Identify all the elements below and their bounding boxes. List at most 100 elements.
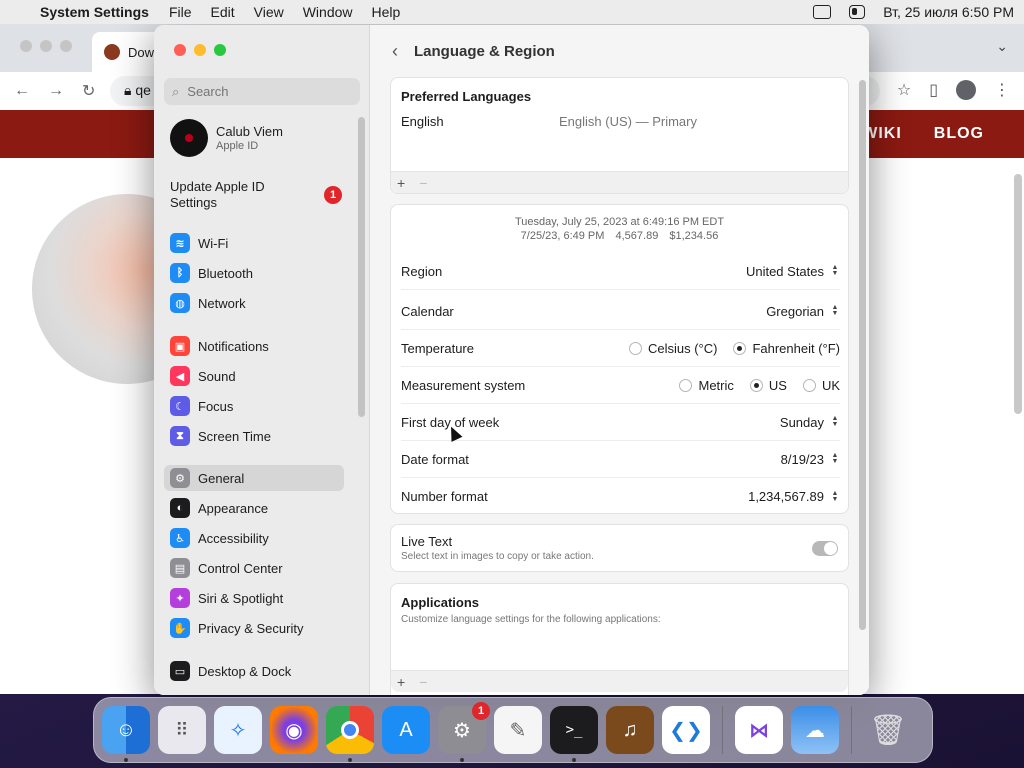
sidebar-item-label: Notifications (198, 338, 269, 354)
live-text-toggle[interactable] (812, 540, 838, 556)
sidebar-item-control-center[interactable]: ▤ Control Center (164, 555, 344, 581)
site-nav-blog[interactable]: BLOG (934, 125, 984, 143)
add-application-button[interactable]: + (397, 674, 405, 690)
remove-language-button[interactable]: − (419, 175, 427, 191)
tab-search-chevron-icon[interactable]: ⌄ (996, 38, 1008, 55)
sidebar-search[interactable]: ⌕ (164, 78, 360, 105)
update-badge: 1 (324, 186, 342, 204)
radio-button[interactable] (628, 341, 642, 355)
preferred-languages-card: Preferred Languages English English (US)… (390, 77, 849, 194)
date-format-value: 8/19/23 (780, 451, 824, 467)
us-radio[interactable]: US (749, 378, 787, 393)
dock-terminal-icon[interactable]: >_ (550, 706, 598, 762)
dock-chrome-icon[interactable] (326, 706, 374, 762)
wifi-icon: ≋ (170, 233, 190, 253)
sidebar-item-accessibility[interactable]: ♿ Accessibility (164, 525, 344, 551)
menu-clock[interactable]: Вт, 25 июля 6:50 PM (883, 4, 1014, 20)
main-scrollbar[interactable] (859, 80, 866, 630)
date-format-popup[interactable]: 8/19/23 ▲ ▼ (781, 452, 840, 467)
sidebar-item-siri-spotlight[interactable]: ✦ Siri & Spotlight (164, 585, 344, 611)
dock-weather-icon[interactable]: ☁ (791, 706, 839, 754)
apple-id-profile[interactable]: Calub Viem Apple ID (170, 119, 283, 157)
menu-file[interactable]: File (169, 4, 192, 20)
browser-reload-icon[interactable]: ↻ (82, 81, 95, 101)
sidebar-item-network[interactable]: ◍ Network (164, 290, 344, 316)
dock-vscode-icon[interactable]: ❮❯ (662, 706, 710, 754)
radio-button[interactable] (802, 378, 816, 392)
radio-button[interactable] (679, 378, 693, 392)
sidebar-item-desktop-dock[interactable]: ▭ Desktop & Dock (164, 658, 344, 684)
fahrenheit-radio[interactable]: Fahrenheit (°F) (733, 341, 840, 356)
menu-help[interactable]: Help (372, 4, 401, 20)
date-format-label: Date format (401, 451, 469, 467)
number-format-popup[interactable]: 1,234,567.89 ▲ ▼ (748, 489, 840, 504)
bookmark-star-icon[interactable]: ☆ (897, 80, 911, 100)
remove-application-button[interactable]: − (419, 674, 427, 690)
dock-system-settings-icon[interactable]: ⚙ 1 (438, 702, 490, 762)
add-language-button[interactable]: + (397, 175, 405, 191)
dock-finder-icon[interactable]: ☺ (102, 706, 150, 762)
language-row[interactable]: English English (US) — Primary (391, 104, 848, 139)
browser-back-icon[interactable]: ← (14, 82, 30, 100)
calendar-popup[interactable]: Gregorian ▲ ▼ (766, 304, 840, 319)
browser-forward-icon[interactable]: → (48, 82, 64, 100)
window-close-button[interactable] (174, 44, 186, 56)
sidebar-item-screen-time[interactable]: ⧗ Screen Time (164, 423, 344, 449)
first-day-value: Sunday (779, 414, 824, 430)
sidebar-item-wifi[interactable]: ≋ Wi-Fi (164, 230, 344, 256)
radio-button-selected[interactable] (749, 378, 763, 392)
metric-radio[interactable]: Metric (679, 378, 734, 393)
dock-textedit-icon[interactable]: ✎ (494, 706, 542, 754)
browser-zoom-button[interactable] (60, 40, 72, 52)
radio-button-selected[interactable] (733, 341, 747, 355)
celsius-radio[interactable]: Celsius (°C) (628, 341, 717, 356)
sidebar-item-bluetooth[interactable]: ᛒ Bluetooth (164, 260, 344, 286)
sidebar-item-appearance[interactable]: ◐ Appearance (164, 495, 344, 521)
menu-view[interactable]: View (254, 4, 284, 20)
dock-launchpad-icon[interactable]: ⠿ (158, 706, 206, 754)
browser-scrollbar[interactable] (1014, 174, 1022, 414)
applications-subtitle: Customize language settings for the foll… (401, 614, 661, 625)
window-zoom-button[interactable] (214, 44, 226, 56)
window-minimize-button[interactable] (194, 44, 206, 56)
sidebar-scrollbar[interactable] (358, 117, 365, 417)
moon-icon: ☾ (170, 396, 190, 416)
browser-profile-avatar[interactable] (956, 80, 976, 100)
sidebar-item-notifications[interactable]: ▣ Notifications (164, 333, 344, 359)
bell-icon: ▣ (170, 336, 190, 356)
date-format-row: Date format 8/19/23 ▲ ▼ (401, 441, 840, 478)
uk-radio[interactable]: UK (802, 378, 840, 393)
dock-separator (851, 706, 852, 754)
dock-visual-studio-icon[interactable]: ⋈ (735, 706, 783, 754)
menu-window[interactable]: Window (303, 4, 353, 20)
dock-app-store-icon[interactable]: A (382, 706, 430, 754)
calendar-row: Calendar Gregorian ▲ ▼ (401, 293, 840, 330)
dock-settings-badge: 1 (472, 702, 490, 720)
sidepanel-icon[interactable]: ▯ (929, 80, 938, 100)
first-day-popup[interactable]: Sunday ▲ ▼ (780, 415, 840, 430)
region-popup[interactable]: United States ▲ ▼ (746, 264, 840, 279)
update-apple-id-settings[interactable]: Update Apple ID Settings 1 (170, 179, 342, 211)
dock-firefox-icon[interactable]: ◉ (270, 706, 318, 754)
browser-menu-icon[interactable]: ⋮ (994, 80, 1010, 100)
search-input[interactable] (187, 84, 338, 99)
menu-edit[interactable]: Edit (211, 4, 235, 20)
back-chevron-icon[interactable]: ‹ (392, 41, 398, 62)
dock-safari-icon[interactable]: ✧ (214, 706, 262, 754)
region-row: Region United States ▲ ▼ (401, 253, 840, 290)
screen-mirroring-icon[interactable] (813, 5, 832, 19)
menu-app-name[interactable]: System Settings (40, 4, 149, 20)
browser-minimize-button[interactable] (40, 40, 52, 52)
sidebar-item-privacy-security[interactable]: ✋ Privacy & Security (164, 615, 344, 641)
sidebar-item-general[interactable]: ⚙ General (164, 465, 344, 491)
address-lock-icon: 🔒︎ (124, 82, 136, 98)
control-center-icon[interactable] (849, 5, 866, 19)
browser-traffic-lights (20, 40, 72, 52)
browser-close-button[interactable] (20, 40, 32, 52)
sidebar-item-sound[interactable]: ◀ Sound (164, 363, 344, 389)
running-indicator (572, 758, 576, 762)
dock-garageband-icon[interactable]: ♫ (606, 706, 654, 754)
sidebar-item-label: Control Center (198, 560, 283, 576)
dock-trash-icon[interactable]: 🗑︎ (864, 706, 912, 754)
sidebar-item-focus[interactable]: ☾ Focus (164, 393, 344, 419)
